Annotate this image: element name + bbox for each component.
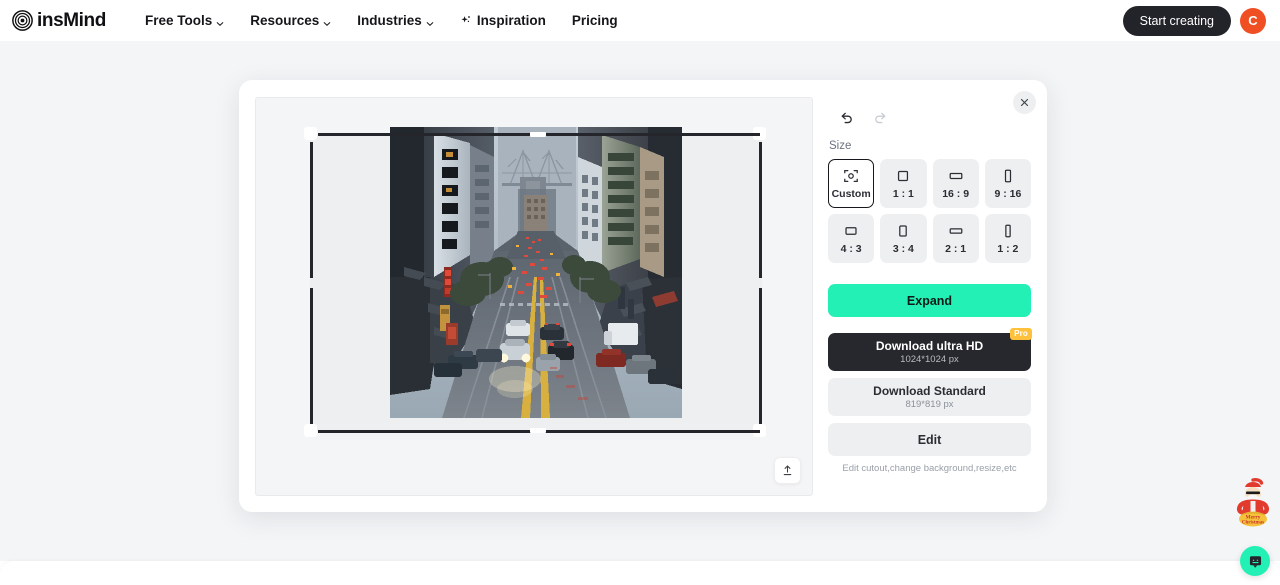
- download-ultra-hd-button[interactable]: Download ultra HD 1024*1024 px Pro: [828, 328, 1032, 371]
- nav-label: Inspiration: [476, 13, 546, 28]
- insmind-spiral-logo-icon: [12, 10, 33, 31]
- undo-icon[interactable]: [838, 109, 855, 126]
- logo[interactable]: insMind: [12, 10, 106, 32]
- svg-text:Christmas: Christmas: [1242, 521, 1264, 526]
- size-tile-label: Custom: [831, 187, 871, 200]
- chevron-down-icon: [323, 16, 331, 26]
- download-standard-button[interactable]: Download Standard 819*819 px: [828, 378, 1031, 416]
- crop-corner-notch-bl: [304, 424, 317, 437]
- size-tile-label: 16 : 9: [942, 187, 970, 200]
- custom-crop-icon: [843, 168, 859, 184]
- size-tile-1-1[interactable]: 1 : 1: [880, 159, 927, 208]
- nav-label: Pricing: [571, 13, 618, 28]
- page-bottom-section: [0, 561, 1280, 585]
- crop-handle-left[interactable]: [310, 142, 313, 278]
- redo-icon[interactable]: [872, 109, 889, 126]
- edit-hint-text: Edit cutout,change background,resize,etc: [842, 463, 1017, 474]
- logo-text: insMind: [37, 9, 106, 31]
- size-tile-1-2[interactable]: 1 : 2: [984, 214, 1031, 263]
- size-tile-label: 1 : 2: [997, 242, 1019, 255]
- expander-controls-panel: Size Custom 1 : 1 16: 9 9: 16 4: 3 3 …: [828, 97, 1032, 496]
- crop-handle-top-right[interactable]: [544, 133, 760, 136]
- size-tile-custom[interactable]: Custom: [828, 159, 875, 208]
- size-tile-label: 3 : 4: [892, 242, 914, 255]
- landscape-wide-icon: [948, 168, 964, 184]
- chat-bubble-icon[interactable]: [1240, 546, 1270, 576]
- site-header: insMind Free Tools Resources Industries: [0, 0, 1280, 41]
- nav-label: Industries: [357, 13, 422, 28]
- landscape-wide-icon: [948, 223, 964, 239]
- crop-handle-bottom-left[interactable]: [318, 430, 538, 433]
- nav-item-industries[interactable]: Industries: [344, 7, 447, 34]
- crop-handle-top-mid[interactable]: [530, 132, 546, 137]
- avatar[interactable]: C: [1240, 7, 1266, 34]
- chevron-down-icon: [216, 16, 224, 26]
- santa-christmas-promo-icon[interactable]: Merry Christmas: [1234, 472, 1272, 528]
- download-hd-title: Download ultra HD: [875, 339, 984, 353]
- portrait-tall-icon: [1000, 223, 1016, 239]
- start-creating-button[interactable]: Start creating: [1122, 5, 1231, 36]
- crop-handle-bottom-mid[interactable]: [530, 428, 546, 433]
- portrait-tall-icon: [1000, 168, 1016, 184]
- size-tile-3-4[interactable]: 3 : 4: [880, 214, 927, 263]
- size-tile-label: 1 : 1: [892, 187, 914, 200]
- nav-label: Free Tools: [144, 13, 213, 28]
- size-section-label: Size: [829, 140, 852, 152]
- expand-button[interactable]: Expand: [828, 284, 1031, 317]
- crop-handle-left-lower[interactable]: [310, 288, 313, 424]
- size-tile-16-9[interactable]: 16 : 9: [932, 159, 979, 208]
- sparkle-icon: [460, 15, 472, 27]
- size-tile-label: 4 : 3: [840, 242, 862, 255]
- size-tile-label: 9 : 16: [994, 187, 1022, 200]
- nav-item-free-tools[interactable]: Free Tools: [132, 7, 237, 34]
- source-photo: [390, 127, 682, 418]
- square-icon: [895, 168, 911, 184]
- size-preset-grid: Custom 1 : 1 16 : 9 9: 16 4: 3 3: 4 2…: [828, 159, 1031, 263]
- download-hd-subtitle: 1024*1024 px: [900, 354, 959, 365]
- nav-item-resources[interactable]: Resources: [237, 7, 344, 34]
- portrait-icon: [895, 223, 911, 239]
- download-options: Download ultra HD 1024*1024 px Pro Downl…: [828, 328, 1032, 416]
- close-icon[interactable]: [1013, 91, 1036, 114]
- crop-handle-right-lower[interactable]: [759, 288, 762, 424]
- image-expander-modal: Size Custom 1 : 1 16: 9 9: 16 4: 3 3 …: [239, 80, 1047, 512]
- download-standard-subtitle: 819*819 px: [905, 399, 954, 410]
- upload-icon[interactable]: [774, 457, 801, 484]
- nav-label: Resources: [250, 13, 320, 28]
- crop-corner-notch-tl: [304, 127, 317, 140]
- expand-canvas[interactable]: [255, 97, 813, 496]
- main-nav: Free Tools Resources Industries Inspirat…: [132, 7, 631, 34]
- size-tile-9-16[interactable]: 9 : 16: [984, 159, 1031, 208]
- edit-button[interactable]: Edit: [828, 423, 1031, 456]
- crop-handle-top-left[interactable]: [318, 133, 538, 136]
- history-controls: [828, 97, 1031, 126]
- size-tile-4-3[interactable]: 4 : 3: [828, 214, 875, 263]
- nav-item-pricing[interactable]: Pricing: [559, 7, 631, 34]
- pro-badge: Pro: [1010, 328, 1032, 340]
- nav-item-inspiration[interactable]: Inspiration: [447, 7, 559, 34]
- crop-handle-right[interactable]: [759, 142, 762, 278]
- app-root: insMind Free Tools Resources Industries: [0, 0, 1280, 585]
- landscape-icon: [843, 223, 859, 239]
- header-actions: Start creating C: [1122, 5, 1266, 36]
- size-tile-label: 2 : 1: [945, 242, 967, 255]
- crop-handle-bottom-right[interactable]: [544, 430, 760, 433]
- chevron-down-icon: [426, 16, 434, 26]
- size-tile-2-1[interactable]: 2 : 1: [932, 214, 979, 263]
- download-standard-title: Download Standard: [873, 384, 986, 398]
